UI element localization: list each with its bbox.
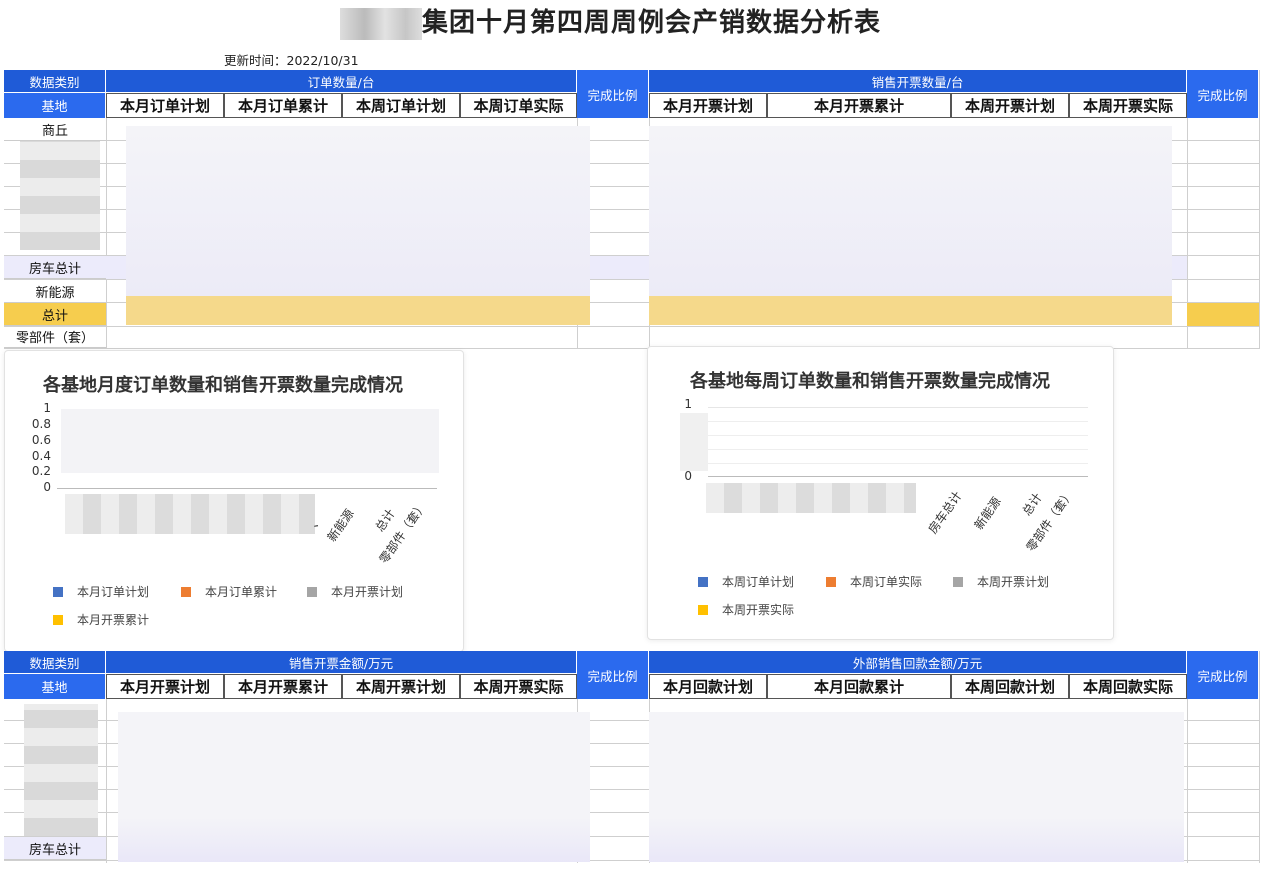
page-title: 集团十月第四周周例会产销数据分析表 bbox=[340, 2, 960, 44]
completion-ratio-header: 完成比例 bbox=[577, 651, 649, 699]
invoice-quantity-header: 销售开票数量/台 bbox=[649, 70, 1187, 92]
legend-label: 本月开票计划 bbox=[331, 585, 404, 599]
legend-item[interactable]: 本周开票计划 bbox=[953, 573, 1049, 590]
y-tick: 0 bbox=[43, 480, 51, 494]
legend-label: 本月订单计划 bbox=[77, 585, 150, 599]
redacted-base-names bbox=[24, 704, 98, 836]
row-label-new-energy: 新能源 bbox=[4, 280, 106, 303]
completion-ratio-header-2: 完成比例 bbox=[1187, 651, 1259, 699]
col-month-invoice-total: 本月开票累计 bbox=[224, 674, 342, 699]
x-label-new-energy: 新能源 bbox=[971, 494, 1004, 533]
row-label-parts: 零部件（套） bbox=[4, 326, 106, 348]
col-month-invoice-total: 本月开票累计 bbox=[767, 93, 951, 118]
y-tick: 1 bbox=[43, 401, 51, 415]
y-tick: 1 bbox=[684, 397, 692, 411]
row-label-rv-total: 房车总计 bbox=[4, 256, 106, 279]
col-month-payment-plan: 本月回款计划 bbox=[649, 674, 767, 699]
base-header: 基地 bbox=[4, 93, 106, 118]
completion-ratio-header-2: 完成比例 bbox=[1187, 70, 1259, 118]
legend-item[interactable]: 本周订单计划 bbox=[698, 573, 794, 590]
redacted-plot-area bbox=[61, 409, 439, 473]
payment-amount-header: 外部销售回款金额/万元 bbox=[649, 651, 1187, 673]
update-time: 更新时间：2022/10/31 bbox=[224, 53, 359, 68]
y-tick: 0 bbox=[684, 469, 692, 483]
y-tick: 0.2 bbox=[31, 464, 51, 478]
weekly-completion-chart: 各基地每周订单数量和销售开票数量完成情况 1 0 房车总计 新能源 总计 零部件… bbox=[647, 346, 1114, 640]
legend-swatch bbox=[53, 614, 63, 625]
legend-swatch bbox=[181, 586, 191, 597]
legend-label: 本月订单累计 bbox=[205, 585, 278, 599]
row-label-shangqiu: 商丘 bbox=[4, 119, 106, 141]
legend-item[interactable]: 本月开票累计 bbox=[53, 611, 149, 628]
legend-label: 本月开票累计 bbox=[77, 613, 150, 627]
col-week-invoice-plan: 本周开票计划 bbox=[342, 674, 460, 699]
redacted-x-labels bbox=[65, 494, 315, 534]
completion-ratio-header: 完成比例 bbox=[577, 70, 649, 118]
legend-label: 本周开票计划 bbox=[977, 575, 1050, 589]
col-month-invoice-plan: 本月开票计划 bbox=[106, 674, 224, 699]
x-label-rv-total: 房车总计 bbox=[925, 488, 965, 537]
total-row-bg-a bbox=[126, 295, 590, 325]
y-tick: 0.8 bbox=[31, 417, 51, 431]
col-week-order-plan: 本周订单计划 bbox=[342, 93, 460, 118]
row-label-rv-total: 房车总计 bbox=[4, 837, 106, 860]
redacted-company-name bbox=[340, 7, 422, 40]
monthly-completion-chart: 各基地月度订单数量和销售开票数量完成情况 1 0.8 0.6 0.4 0.2 0… bbox=[4, 350, 464, 652]
redacted-data-a bbox=[126, 126, 590, 296]
legend-item[interactable]: 本月订单计划 bbox=[53, 583, 149, 600]
chart-title: 各基地月度订单数量和销售开票数量完成情况 bbox=[43, 375, 403, 396]
redacted-data-b bbox=[649, 126, 1172, 296]
col-week-payment-actual: 本周回款实际 bbox=[1069, 674, 1187, 699]
legend-swatch bbox=[826, 576, 836, 587]
col-week-invoice-plan: 本周开票计划 bbox=[951, 93, 1069, 118]
legend-swatch bbox=[53, 586, 63, 597]
legend-item[interactable]: 本周订单实际 bbox=[826, 573, 922, 590]
x-label-total: 总计 bbox=[1019, 490, 1045, 519]
redacted-data-b bbox=[649, 712, 1184, 862]
legend-swatch bbox=[698, 604, 708, 615]
page-title-text: 集团十月第四周周例会产销数据分析表 bbox=[422, 8, 882, 38]
redacted-bar bbox=[680, 413, 708, 471]
col-month-order-total: 本月订单累计 bbox=[224, 93, 342, 118]
x-label-new-energy: 新能源 bbox=[324, 506, 357, 545]
chart-title: 各基地每周订单数量和销售开票数量完成情况 bbox=[690, 371, 1050, 392]
legend-label: 本周订单实际 bbox=[850, 575, 923, 589]
legend-swatch bbox=[307, 586, 317, 597]
col-week-invoice-actual: 本周开票实际 bbox=[1069, 93, 1187, 118]
legend-swatch bbox=[698, 576, 708, 587]
redacted-data-a bbox=[118, 712, 590, 862]
category-header: 数据类别 bbox=[4, 70, 106, 92]
x-axis-line bbox=[57, 488, 437, 489]
col-week-payment-plan: 本周回款计划 bbox=[951, 674, 1069, 699]
col-week-order-actual: 本周订单实际 bbox=[460, 93, 577, 118]
col-month-payment-total: 本月回款累计 bbox=[767, 674, 951, 699]
legend-swatch bbox=[953, 576, 963, 587]
category-header: 数据类别 bbox=[4, 651, 106, 673]
y-tick: 0.6 bbox=[31, 433, 51, 447]
col-month-invoice-plan: 本月开票计划 bbox=[649, 93, 767, 118]
row-label-total: 总计 bbox=[4, 303, 106, 326]
legend-label: 本周开票实际 bbox=[722, 603, 795, 617]
invoice-amount-header: 销售开票金额/万元 bbox=[106, 651, 577, 673]
redacted-x-labels bbox=[706, 483, 916, 513]
legend-item[interactable]: 本月订单累计 bbox=[181, 583, 277, 600]
col-month-order-plan: 本月订单计划 bbox=[106, 93, 224, 118]
total-row-ratio-bg bbox=[1187, 303, 1259, 326]
order-quantity-header: 订单数量/台 bbox=[106, 70, 577, 92]
x-axis-line bbox=[708, 476, 1088, 477]
redacted-base-names bbox=[20, 140, 100, 250]
y-tick: 0.4 bbox=[31, 449, 51, 463]
legend-label: 本周订单计划 bbox=[722, 575, 795, 589]
base-header: 基地 bbox=[4, 674, 106, 699]
col-week-invoice-actual: 本周开票实际 bbox=[460, 674, 577, 699]
legend-item[interactable]: 本月开票计划 bbox=[307, 583, 403, 600]
total-row-bg-b bbox=[649, 295, 1172, 325]
legend-item[interactable]: 本周开票实际 bbox=[698, 601, 794, 618]
